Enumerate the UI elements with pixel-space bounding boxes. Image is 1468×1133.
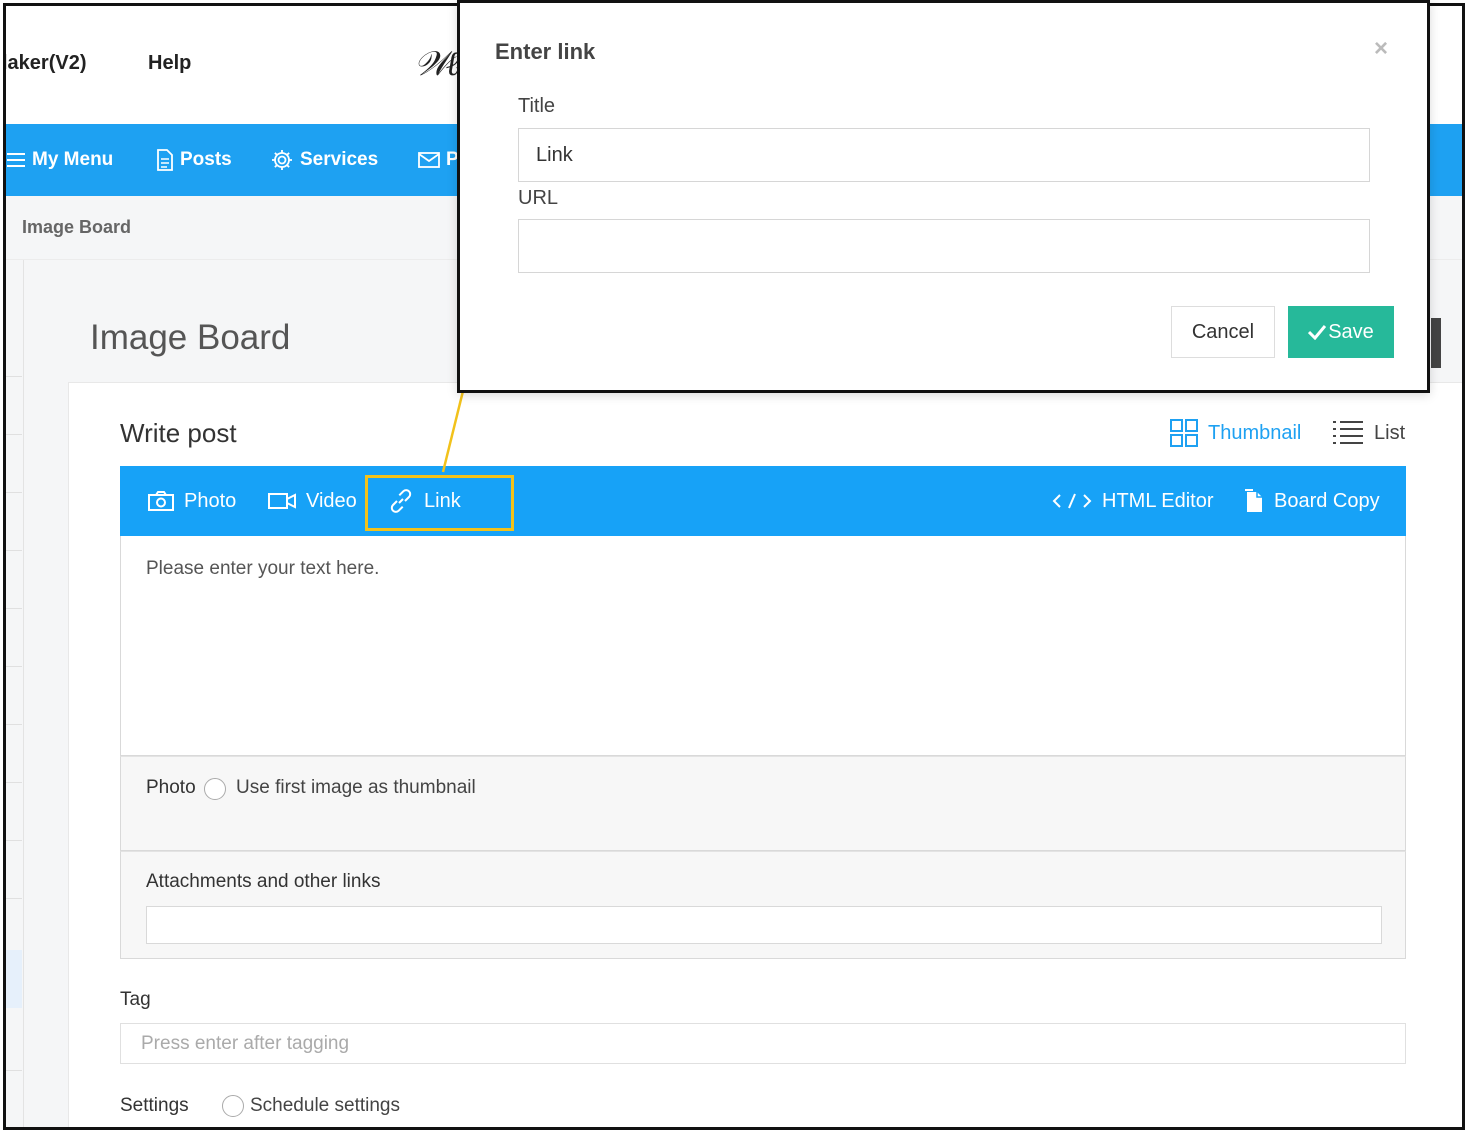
first-image-thumbnail-label[interactable]: Use first image as thumbnail <box>236 777 476 799</box>
link-button-highlight <box>365 475 514 531</box>
nav-label: Posts <box>180 149 232 170</box>
mail-icon <box>418 152 440 168</box>
help-link[interactable]: Help <box>148 52 191 75</box>
link-title-value: Link <box>536 144 573 166</box>
html-editor-label: HTML Editor <box>1102 489 1214 512</box>
left-sidebar-strip <box>6 260 24 1127</box>
link-title-input[interactable]: Link <box>518 128 1370 182</box>
photo-label: Photo <box>184 489 237 512</box>
attachments-label: Attachments and other links <box>146 871 381 892</box>
grid-icon <box>1170 419 1198 447</box>
app-name-link[interactable]: laker(V2) <box>6 52 87 75</box>
board-copy-label: Board Copy <box>1274 489 1380 512</box>
gear-icon <box>272 150 292 170</box>
close-icon[interactable]: × <box>1374 35 1388 63</box>
video-button[interactable]: Video <box>268 466 357 536</box>
camera-icon <box>148 491 174 511</box>
html-editor-button[interactable]: HTML Editor <box>1052 466 1214 536</box>
editor-toolbar: Photo Video Link HTML Editor Board Copy <box>120 466 1406 536</box>
save-button[interactable]: Save <box>1288 306 1394 358</box>
thumbnail-label: Thumbnail <box>1208 421 1302 444</box>
nav-item-p[interactable]: P <box>418 124 459 196</box>
video-camera-icon <box>268 493 296 509</box>
breadcrumb-current[interactable]: Image Board <box>22 217 131 238</box>
first-image-thumbnail-radio[interactable] <box>204 778 226 800</box>
list-icon <box>1333 421 1363 444</box>
modal-title-label: Title <box>518 95 556 117</box>
document-icon <box>157 149 173 171</box>
post-text-editor[interactable]: Please enter your text here. <box>120 536 1406 756</box>
nav-item-services[interactable]: Services <box>270 124 378 196</box>
checkmark-icon <box>1308 325 1327 340</box>
nav-item-my-menu[interactable]: My Menu <box>6 124 113 196</box>
side-handle[interactable] <box>1431 318 1441 368</box>
nav-item-posts[interactable]: Posts <box>156 124 232 196</box>
board-copy-button[interactable]: Board Copy <box>1244 466 1380 536</box>
save-label: Save <box>1328 320 1374 343</box>
tag-placeholder: Press enter after tagging <box>141 1033 350 1054</box>
code-icon <box>1052 493 1092 509</box>
hamburger-icon <box>7 153 25 167</box>
write-post-title: Write post <box>120 418 237 448</box>
photo-options-row: Photo Use first image as thumbnail <box>120 756 1406 851</box>
nav-label: Services <box>300 149 379 170</box>
thumbnail-view-button[interactable]: Thumbnail <box>1170 416 1301 450</box>
schedule-settings-radio[interactable] <box>222 1095 244 1117</box>
settings-label: Settings <box>120 1095 189 1116</box>
list-view-button[interactable]: List <box>1332 416 1405 450</box>
tag-label: Tag <box>120 989 151 1010</box>
schedule-settings-label[interactable]: Schedule settings <box>250 1095 400 1117</box>
attachments-row: Attachments and other links <box>120 851 1406 959</box>
list-label: List <box>1374 421 1406 444</box>
link-url-input[interactable] <box>518 219 1370 273</box>
tag-input[interactable]: Press enter after tagging <box>120 1023 1406 1064</box>
nav-label: My Menu <box>32 149 114 170</box>
copy-document-icon <box>1245 489 1262 512</box>
enter-link-modal: Enter link × Title Link URL Cancel Save <box>457 0 1430 393</box>
photo-button[interactable]: Photo <box>148 466 236 536</box>
page-title: Image Board <box>90 318 291 357</box>
modal-url-label: URL <box>518 187 559 209</box>
editor-placeholder: Please enter your text here. <box>146 558 380 579</box>
photo-row-label: Photo <box>146 777 196 798</box>
attachments-input[interactable] <box>146 906 1382 944</box>
video-label: Video <box>306 489 357 512</box>
cancel-button[interactable]: Cancel <box>1171 306 1275 358</box>
modal-title: Enter link <box>495 39 596 64</box>
